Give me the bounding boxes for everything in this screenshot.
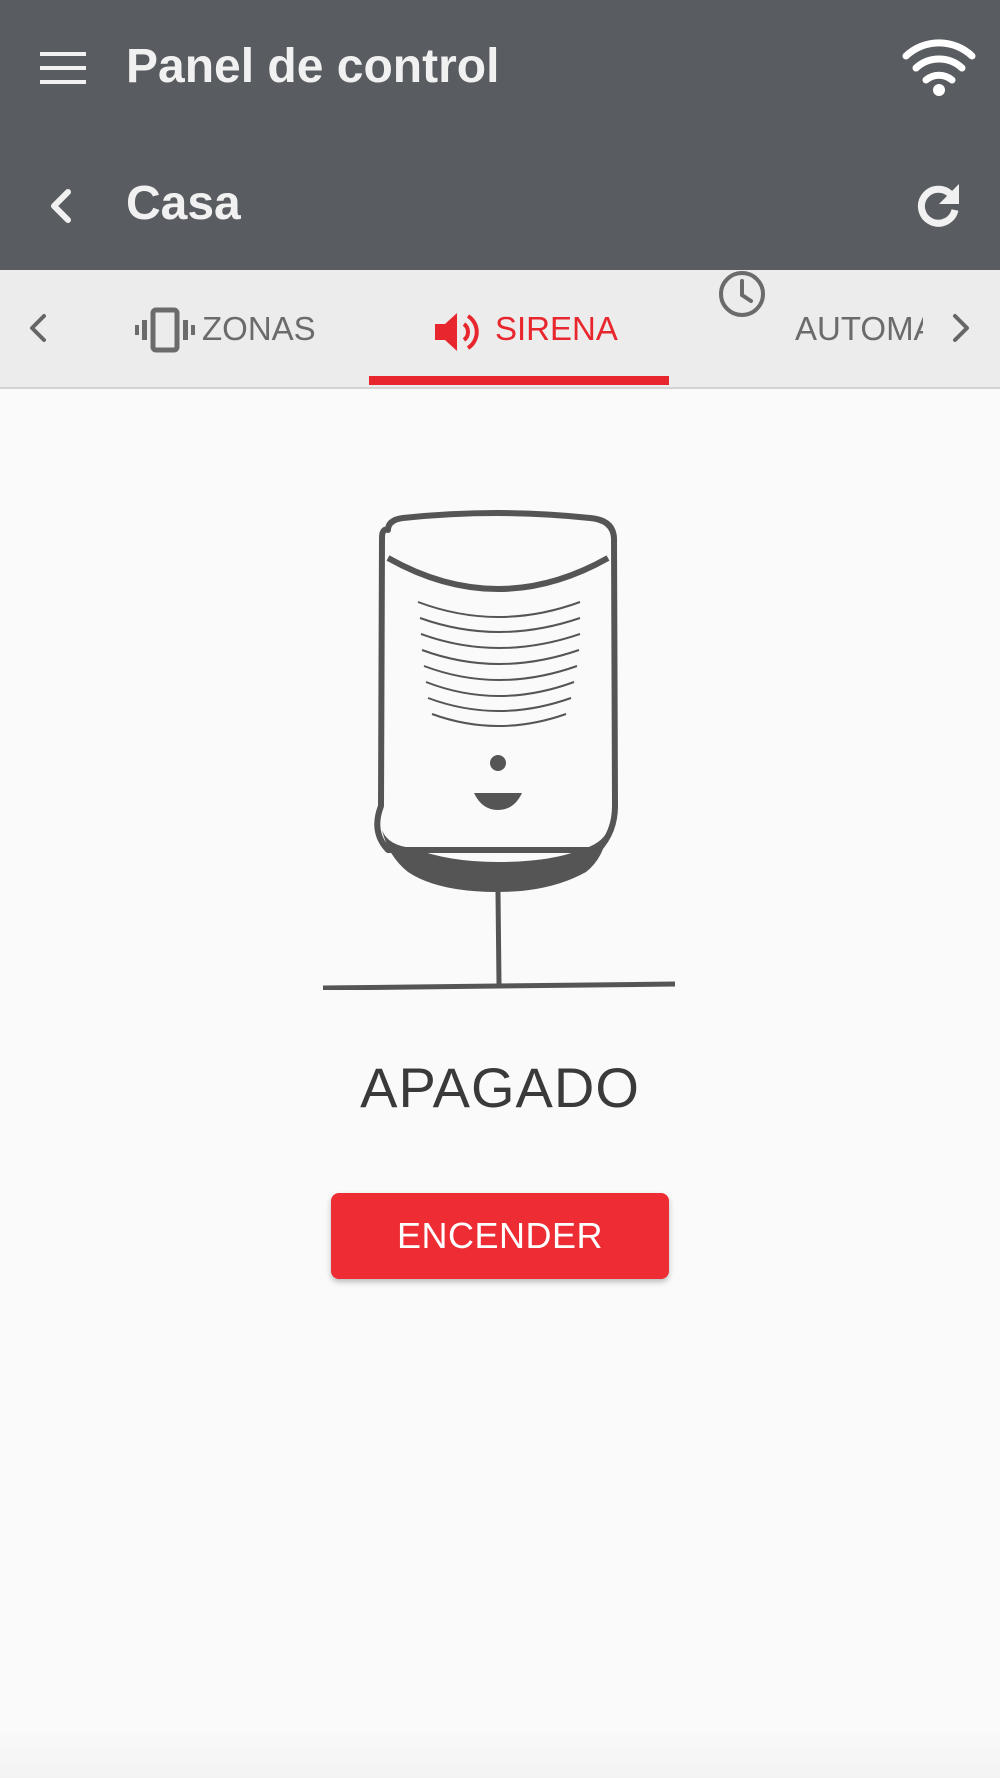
- tab-bar: ZONAS SIRENA AUTOMA: [0, 270, 1000, 389]
- location-title: Casa: [126, 177, 241, 230]
- wifi-icon: [902, 39, 976, 96]
- turn-on-button[interactable]: ENCENDER: [331, 1193, 669, 1279]
- tab-automa[interactable]: AUTOMA: [718, 270, 923, 387]
- page-title: Panel de control: [126, 40, 500, 93]
- back-button[interactable]: [48, 188, 74, 224]
- chevron-left-icon: [51, 189, 71, 223]
- menu-button[interactable]: [40, 50, 86, 86]
- tab-automa-label: AUTOMA: [795, 310, 923, 347]
- chevron-right-icon: [953, 314, 969, 342]
- sub-toolbar: Casa: [0, 135, 1000, 270]
- siren-illustration: [318, 510, 688, 995]
- tab-zonas-label: ZONAS: [202, 310, 316, 347]
- hamburger-menu-icon: [40, 52, 86, 84]
- tabs-next-button[interactable]: [950, 312, 972, 344]
- refresh-icon: [917, 184, 959, 227]
- tab-sirena[interactable]: SIRENA: [369, 270, 669, 387]
- app-bar: Panel de control Casa: [0, 0, 1000, 270]
- wifi-status-button[interactable]: [902, 36, 976, 98]
- vibration-phone-icon: [135, 307, 195, 353]
- siren-status-text: APAGADO: [360, 1056, 640, 1119]
- top-toolbar: Panel de control: [0, 0, 1000, 135]
- chevron-left-icon: [30, 314, 46, 342]
- refresh-button[interactable]: [915, 182, 961, 228]
- tab-zonas[interactable]: ZONAS: [120, 270, 340, 387]
- active-tab-indicator: [369, 376, 669, 385]
- speaker-icon: [435, 313, 479, 351]
- tabs-prev-button[interactable]: [27, 312, 49, 344]
- tab-sirena-label: SIRENA: [495, 310, 618, 347]
- bottom-fade: [0, 1728, 1000, 1778]
